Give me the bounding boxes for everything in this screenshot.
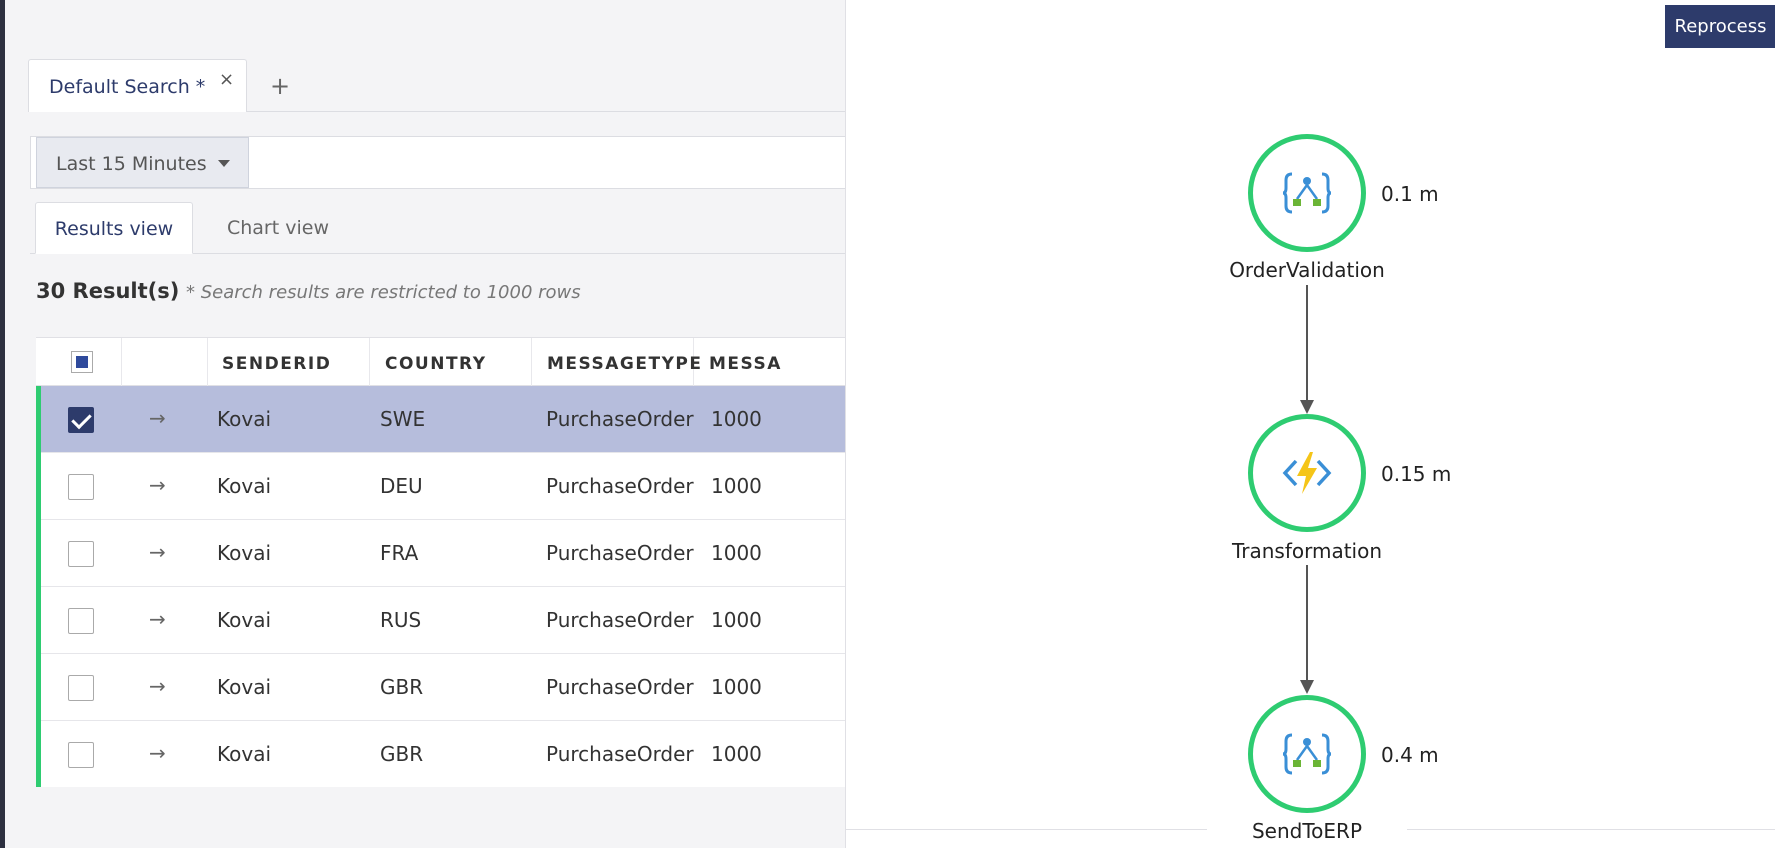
flow-connector bbox=[1306, 285, 1308, 408]
column-messa[interactable]: MESSA bbox=[694, 338, 850, 386]
arrow-down-icon bbox=[1300, 680, 1314, 694]
cell-messa: 1000 bbox=[711, 474, 762, 498]
cell-country: FRA bbox=[380, 541, 419, 565]
step-name: OrderValidation bbox=[1207, 258, 1407, 282]
arrow-right-icon[interactable]: → bbox=[149, 406, 166, 430]
cell-messagetype: PurchaseOrder bbox=[546, 474, 694, 498]
step-duration: 0.4 m bbox=[1381, 743, 1439, 767]
status-indicator bbox=[36, 654, 41, 721]
step-node-ordervalidation[interactable] bbox=[1248, 134, 1366, 252]
table-row[interactable]: → Kovai RUS PurchaseOrder 1000 bbox=[36, 587, 850, 654]
row-checkbox[interactable] bbox=[68, 541, 94, 567]
arrow-right-icon[interactable]: → bbox=[149, 473, 166, 497]
cell-country: GBR bbox=[380, 742, 424, 766]
results-note: * Search results are restricted to 1000 … bbox=[186, 282, 581, 303]
add-tab-icon[interactable]: + bbox=[270, 72, 290, 100]
azure-function-icon bbox=[1282, 452, 1332, 494]
cell-messagetype: PurchaseOrder bbox=[546, 407, 694, 431]
cell-messa: 1000 bbox=[711, 742, 762, 766]
status-indicator bbox=[36, 721, 41, 787]
cell-messagetype: PurchaseOrder bbox=[546, 742, 694, 766]
grid-header: SENDERID COUNTRY MESSAGETYPE MESSA bbox=[36, 338, 850, 386]
cell-senderid: Kovai bbox=[217, 541, 272, 565]
cell-messagetype: PurchaseOrder bbox=[546, 541, 694, 565]
step-node-sendtoerp[interactable] bbox=[1248, 695, 1366, 813]
tab-chart-view[interactable]: Chart view bbox=[213, 202, 343, 254]
reprocess-button[interactable]: Reprocess bbox=[1665, 5, 1775, 48]
status-indicator bbox=[36, 453, 41, 520]
column-senderid[interactable]: SENDERID bbox=[208, 338, 370, 386]
column-country[interactable]: COUNTRY bbox=[370, 338, 532, 386]
cell-messagetype: PurchaseOrder bbox=[546, 608, 694, 632]
step-node-transformation[interactable] bbox=[1248, 414, 1366, 532]
cell-messa: 1000 bbox=[711, 675, 762, 699]
time-range-label: Last 15 Minutes bbox=[56, 153, 207, 175]
cell-senderid: Kovai bbox=[217, 675, 272, 699]
time-range-dropdown[interactable]: Last 15 Minutes bbox=[36, 137, 249, 188]
results-grid: SENDERID COUNTRY MESSAGETYPE MESSA → Kov… bbox=[36, 337, 850, 787]
select-all-column bbox=[36, 338, 122, 386]
cell-country: DEU bbox=[380, 474, 423, 498]
tab-label: Default Search * bbox=[49, 76, 206, 98]
step-name: Transformation bbox=[1207, 539, 1407, 563]
flow-details-panel: Reprocess 0.1 m OrderValidation 0.15 m T… bbox=[845, 0, 1775, 848]
table-row[interactable]: → Kovai DEU PurchaseOrder 1000 bbox=[36, 453, 850, 520]
cell-senderid: Kovai bbox=[217, 407, 272, 431]
row-checkbox[interactable] bbox=[68, 407, 94, 433]
caret-down-icon bbox=[218, 160, 230, 167]
step-duration: 0.15 m bbox=[1381, 462, 1452, 486]
cell-country: SWE bbox=[380, 407, 426, 431]
cell-country: GBR bbox=[380, 675, 424, 699]
table-row[interactable]: → Kovai FRA PurchaseOrder 1000 bbox=[36, 520, 850, 587]
close-icon[interactable]: × bbox=[219, 69, 234, 90]
arrow-right-icon[interactable]: → bbox=[149, 607, 166, 631]
row-checkbox[interactable] bbox=[68, 608, 94, 634]
column-header-label: SENDERID bbox=[222, 354, 332, 374]
select-all-checkbox[interactable] bbox=[71, 351, 93, 373]
cell-messa: 1000 bbox=[711, 407, 762, 431]
results-count: 30 Result(s) bbox=[36, 279, 180, 303]
row-checkbox[interactable] bbox=[68, 742, 94, 768]
column-header-label: MESSA bbox=[709, 354, 782, 374]
table-row[interactable]: → Kovai GBR PurchaseOrder 1000 bbox=[36, 654, 850, 721]
search-pane: Default Search * × + Last 15 Minutes Res… bbox=[5, 0, 850, 848]
step-duration: 0.1 m bbox=[1381, 182, 1439, 206]
cell-messa: 1000 bbox=[711, 608, 762, 632]
logic-app-icon bbox=[1282, 733, 1332, 775]
step-name: SendToERP bbox=[1207, 819, 1407, 843]
tab-results-view[interactable]: Results view bbox=[35, 202, 193, 254]
cell-country: RUS bbox=[380, 608, 422, 632]
search-tab-bar: Default Search * × + bbox=[28, 59, 848, 112]
status-indicator bbox=[36, 386, 41, 453]
row-checkbox[interactable] bbox=[68, 474, 94, 500]
view-tabs: Results view Chart view bbox=[30, 202, 850, 254]
cell-senderid: Kovai bbox=[217, 742, 272, 766]
status-indicator bbox=[36, 520, 41, 587]
cell-senderid: Kovai bbox=[217, 608, 272, 632]
cell-messagetype: PurchaseOrder bbox=[546, 675, 694, 699]
action-column bbox=[122, 338, 208, 386]
arrow-right-icon[interactable]: → bbox=[149, 741, 166, 765]
arrow-down-icon bbox=[1300, 400, 1314, 414]
cell-messa: 1000 bbox=[711, 541, 762, 565]
column-header-label: COUNTRY bbox=[385, 354, 487, 374]
arrow-right-icon[interactable]: → bbox=[149, 540, 166, 564]
table-row[interactable]: → Kovai GBR PurchaseOrder 1000 bbox=[36, 721, 850, 787]
column-header-label: MESSAGETYPE bbox=[547, 354, 703, 374]
filter-bar: Last 15 Minutes bbox=[30, 136, 850, 189]
logic-app-icon bbox=[1282, 172, 1332, 214]
row-checkbox[interactable] bbox=[68, 675, 94, 701]
column-messagetype[interactable]: MESSAGETYPE bbox=[532, 338, 701, 386]
tab-default-search[interactable]: Default Search * × bbox=[28, 59, 247, 112]
status-indicator bbox=[36, 587, 41, 654]
cell-senderid: Kovai bbox=[217, 474, 272, 498]
table-row[interactable]: → Kovai SWE PurchaseOrder 1000 bbox=[36, 386, 850, 453]
flow-connector bbox=[1306, 565, 1308, 686]
arrow-right-icon[interactable]: → bbox=[149, 674, 166, 698]
